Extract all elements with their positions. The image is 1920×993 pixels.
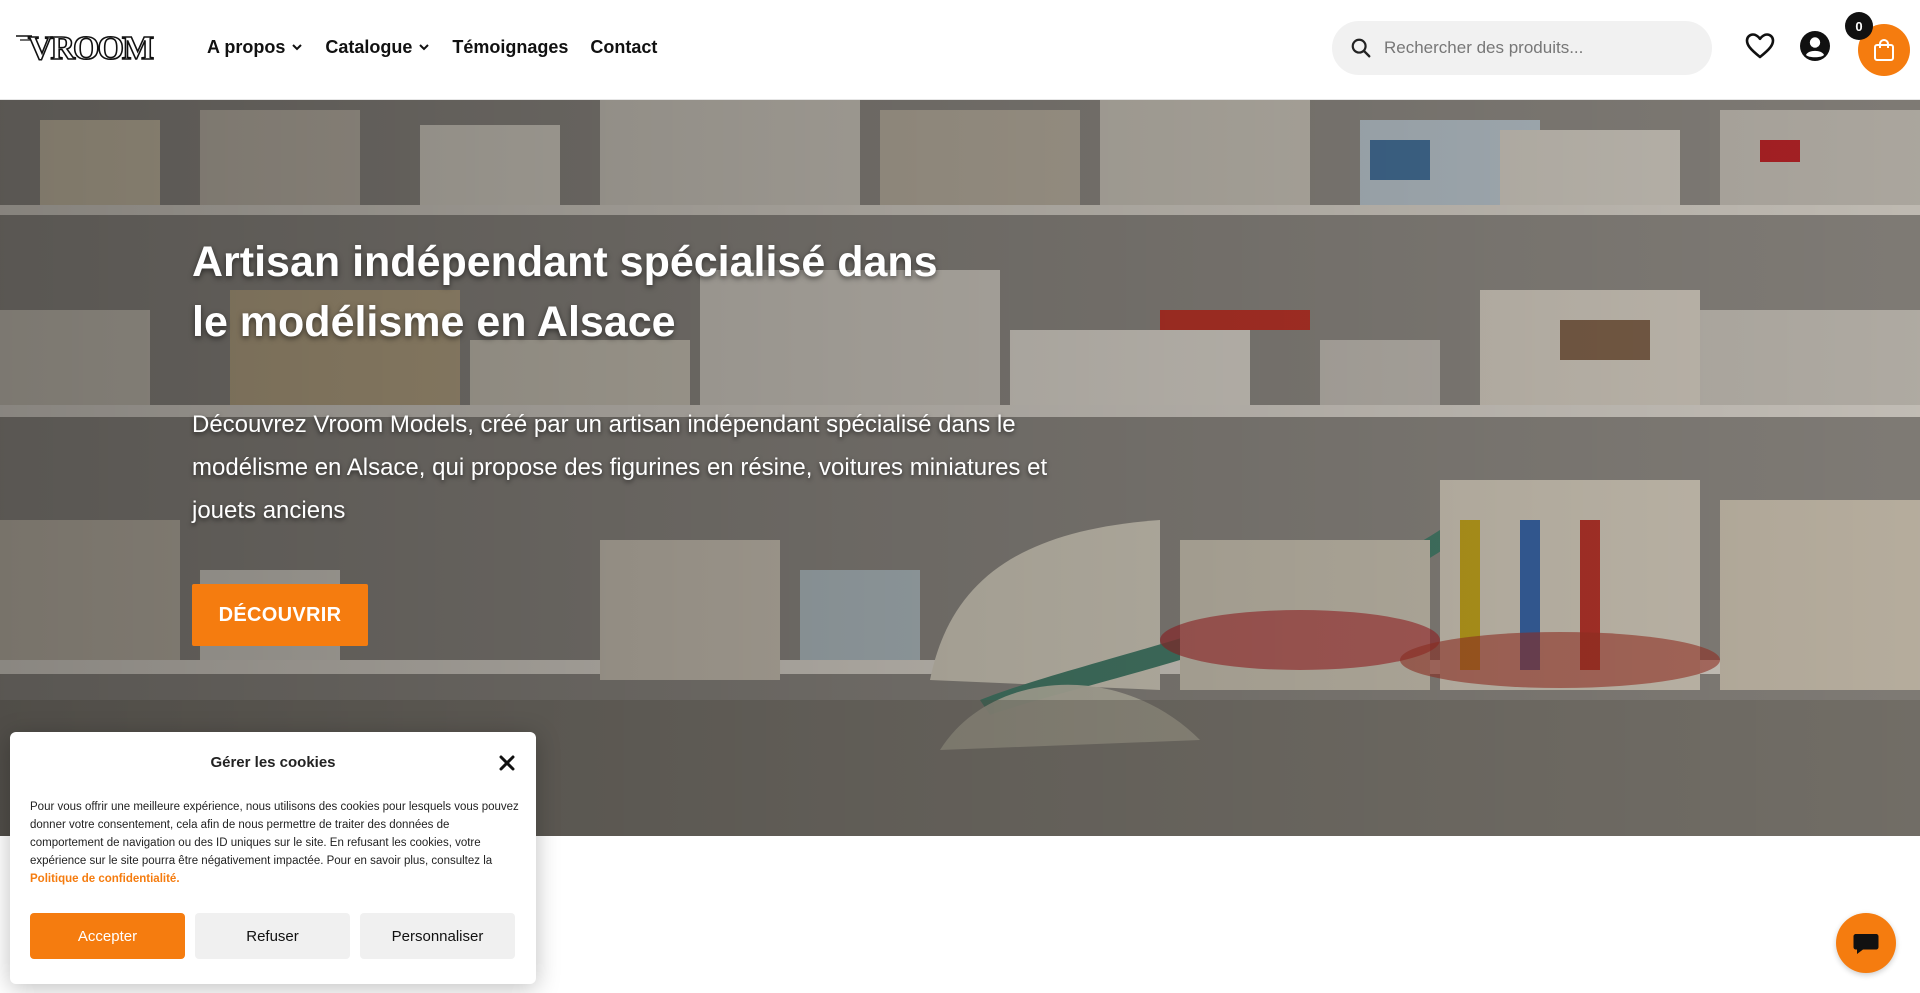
accept-cookies-button[interactable]: Accepter	[30, 913, 185, 959]
vroom-logo[interactable]: VROOM	[16, 26, 164, 68]
cookie-banner-text: Pour vous offrir une meilleure expérienc…	[30, 798, 526, 888]
nav-temoignages-label: Témoignages	[452, 36, 569, 57]
nav-catalogue-label: Catalogue	[325, 36, 413, 57]
chevron-down-icon	[292, 44, 303, 51]
search-bar	[1332, 21, 1712, 75]
chat-bubble-icon	[1853, 934, 1879, 954]
nav-contact-label: Contact	[590, 36, 658, 57]
close-icon[interactable]	[497, 753, 517, 773]
customize-cookies-button[interactable]: Personnaliser	[360, 913, 515, 959]
discover-button[interactable]: DÉCOUVRIR	[192, 584, 368, 646]
main-nav: A propos Catalogue Témoignages Contact	[207, 36, 679, 58]
nav-a-propos[interactable]: A propos	[207, 36, 303, 58]
hero-title: Artisan indépendant spécialisé dans le m…	[192, 238, 938, 346]
nav-temoignages[interactable]: Témoignages	[452, 36, 568, 58]
hero-description: Découvrez Vroom Models, créé par un arti…	[192, 411, 1048, 524]
hero-section: Artisan indépendant spécialisé dans le m…	[0, 100, 1920, 836]
heart-icon[interactable]	[1744, 30, 1776, 62]
search-input[interactable]	[1384, 38, 1704, 58]
privacy-policy-link[interactable]: Politique de confidentialité.	[30, 873, 180, 885]
refuse-cookies-button[interactable]: Refuser	[195, 913, 350, 959]
search-icon[interactable]	[1350, 37, 1372, 59]
cart-count-badge: 0	[1845, 12, 1873, 40]
cookie-consent-banner: Gérer les cookies Pour vous offrir une m…	[10, 732, 536, 984]
user-circle-icon[interactable]	[1799, 30, 1831, 62]
cookie-description: Pour vous offrir une meilleure expérienc…	[30, 801, 519, 867]
logo-text: VROOM	[28, 30, 154, 66]
nav-catalogue[interactable]: Catalogue	[325, 36, 430, 58]
chat-button[interactable]	[1836, 913, 1896, 973]
site-header: VROOM A propos Catalogue Témoignages Con…	[0, 0, 1920, 100]
shopping-bag-icon	[1874, 38, 1894, 61]
cookie-banner-title: Gérer les cookies	[210, 754, 336, 771]
nav-contact[interactable]: Contact	[590, 36, 657, 58]
chevron-down-icon	[419, 44, 430, 51]
nav-a-propos-label: A propos	[207, 36, 286, 57]
